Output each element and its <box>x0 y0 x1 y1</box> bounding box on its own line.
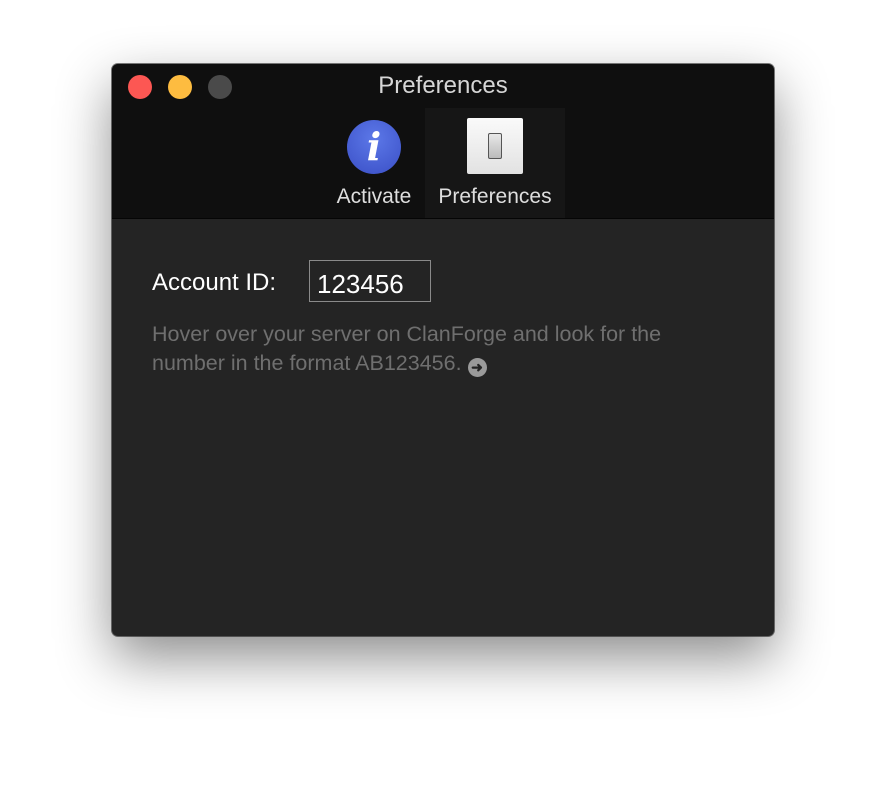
titlebar: Preferences i Activate Preferences <box>112 64 774 219</box>
help-text-content: Hover over your server on ClanForge and … <box>152 322 662 375</box>
help-text: Hover over your server on ClanForge and … <box>152 320 732 378</box>
toolbar-activate-label: Activate <box>336 185 412 208</box>
preferences-window: Preferences i Activate Preferences Accou… <box>112 64 774 636</box>
account-id-label: Account ID: <box>152 269 277 296</box>
info-icon: i <box>347 120 401 174</box>
toolbar-preferences-label: Preferences <box>438 185 552 208</box>
toolbar-preferences[interactable]: Preferences <box>425 108 565 218</box>
window-title: Preferences <box>378 72 508 99</box>
switch-icon <box>467 118 523 174</box>
toolbar-activate[interactable]: i Activate <box>326 108 422 218</box>
arrow-right-circle-icon[interactable]: ➜ <box>467 358 487 377</box>
account-id-input[interactable]: 123456 <box>309 260 431 302</box>
